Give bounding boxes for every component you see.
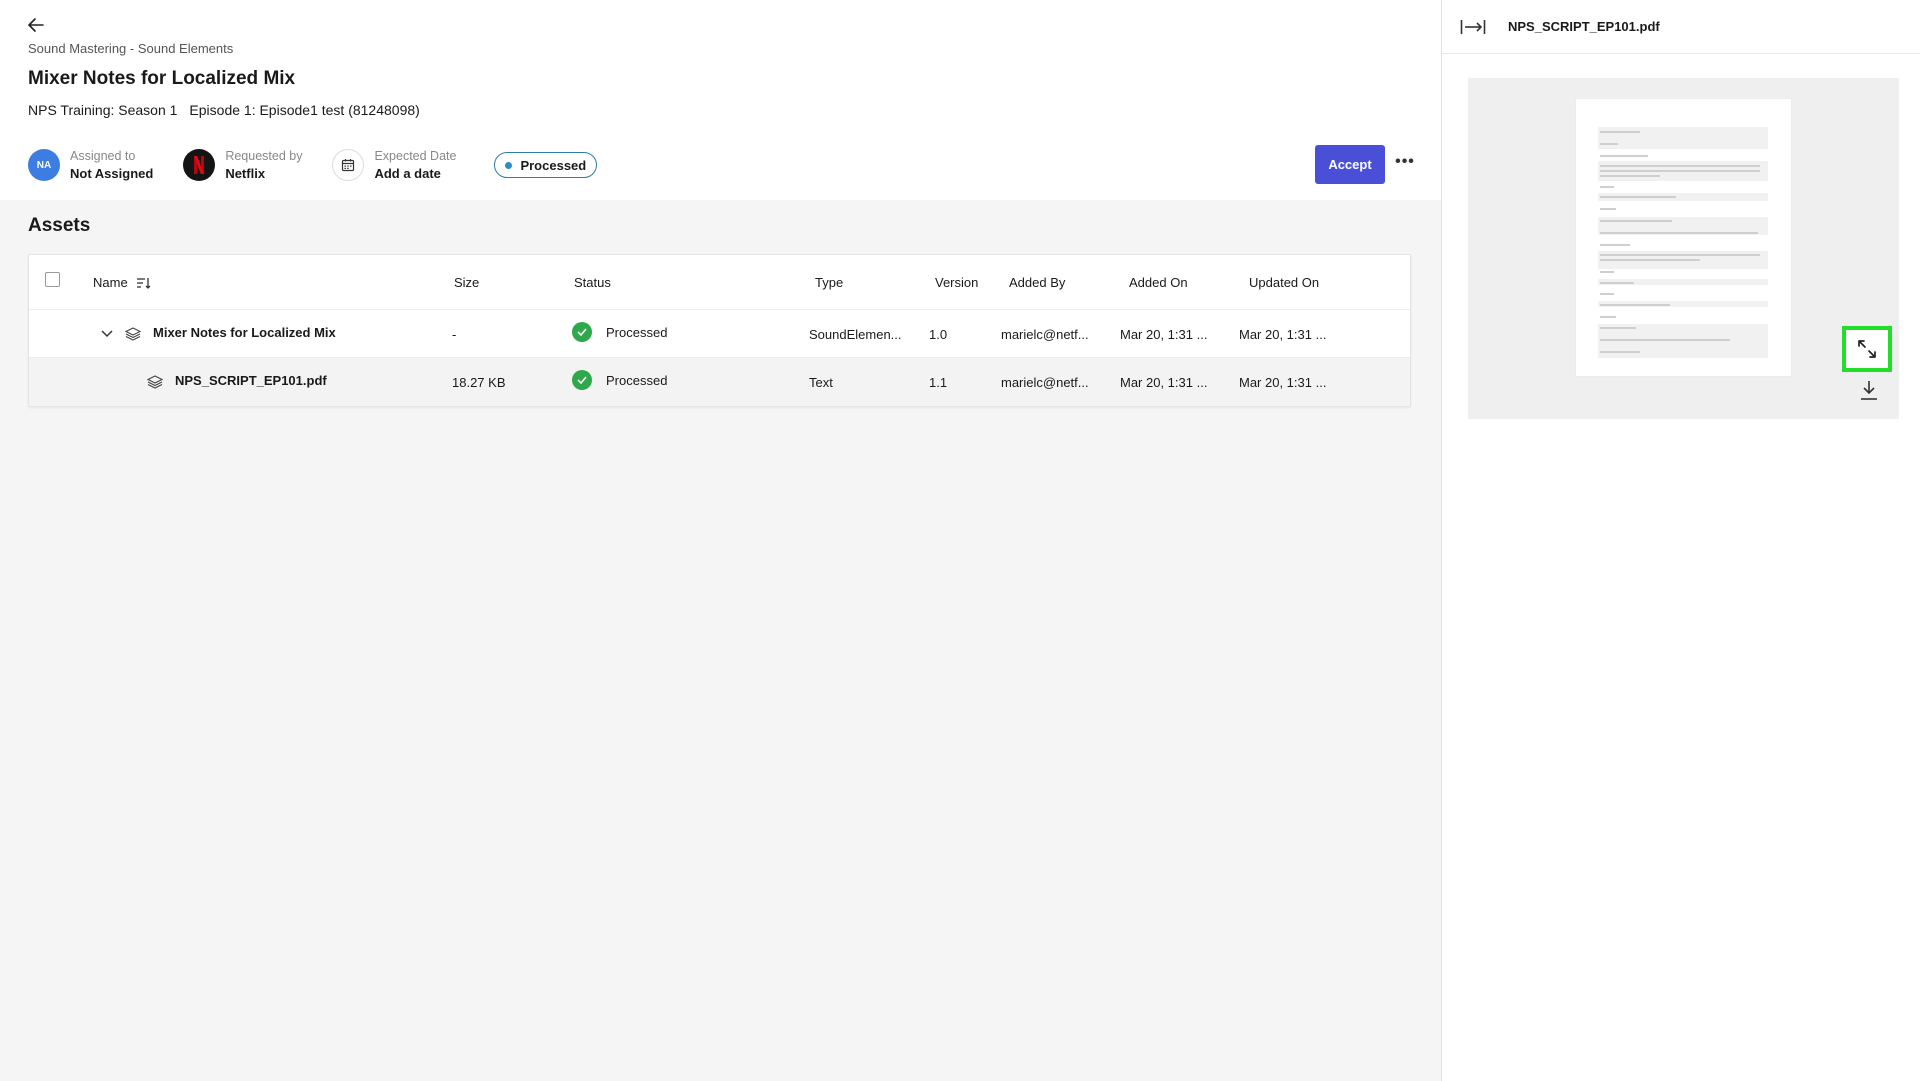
collapse-right-icon bbox=[1460, 19, 1486, 35]
file-preview-panel: NPS_SCRIPT_EP101.pdf bbox=[1441, 0, 1920, 1081]
column-name[interactable]: Name bbox=[93, 275, 152, 290]
column-name-label: Name bbox=[93, 275, 128, 290]
season-label: NPS Training: Season 1 bbox=[28, 102, 177, 118]
netflix-logo-icon bbox=[183, 149, 215, 181]
table-header: Name Size Status Type Version Added By A… bbox=[29, 255, 1410, 310]
document-preview[interactable] bbox=[1468, 78, 1899, 419]
row-added-on: Mar 20, 1:31 ... bbox=[1120, 358, 1207, 406]
row-type: SoundElemen... bbox=[809, 310, 902, 358]
column-size[interactable]: Size bbox=[454, 275, 479, 290]
collapse-panel-button[interactable] bbox=[1458, 14, 1488, 40]
sort-icon bbox=[136, 276, 152, 290]
download-icon bbox=[1859, 379, 1879, 401]
avatar: NA bbox=[28, 149, 60, 181]
expected-value: Add a date bbox=[374, 165, 456, 182]
row-updated-on: Mar 20, 1:31 ... bbox=[1239, 310, 1326, 358]
assets-table: Name Size Status Type Version Added By A… bbox=[28, 254, 1411, 407]
back-button[interactable] bbox=[22, 14, 50, 36]
episode-label: Episode 1: Episode1 test (81248098) bbox=[189, 102, 419, 118]
row-name[interactable]: Mixer Notes for Localized Mix bbox=[153, 308, 336, 356]
assets-title: Assets bbox=[28, 215, 90, 237]
assigned-value: Not Assigned bbox=[70, 165, 153, 182]
check-circle-icon bbox=[572, 322, 592, 342]
row-name[interactable]: NPS_SCRIPT_EP101.pdf bbox=[175, 356, 327, 404]
column-status[interactable]: Status bbox=[574, 275, 611, 290]
status-label: Processed bbox=[520, 158, 586, 173]
breadcrumb[interactable]: Sound Mastering - Sound Elements bbox=[28, 41, 233, 56]
panel-header: NPS_SCRIPT_EP101.pdf bbox=[1442, 0, 1920, 54]
row-status: Processed bbox=[572, 308, 667, 356]
row-added-by: marielc@netf... bbox=[1001, 358, 1089, 406]
row-added-on: Mar 20, 1:31 ... bbox=[1120, 310, 1207, 358]
main-content: Sound Mastering - Sound Elements Mixer N… bbox=[0, 0, 1441, 1081]
row-version: 1.0 bbox=[929, 310, 947, 358]
column-type[interactable]: Type bbox=[815, 275, 843, 290]
meta-row: NA Assigned to Not Assigned Requested bbox=[28, 146, 597, 184]
row-status: Processed bbox=[572, 356, 667, 404]
column-added-by[interactable]: Added By bbox=[1009, 275, 1065, 290]
page-header: Sound Mastering - Sound Elements Mixer N… bbox=[0, 0, 1441, 200]
status-badge: Processed bbox=[494, 152, 597, 178]
expand-toggle[interactable] bbox=[101, 310, 113, 358]
requested-label: Requested by bbox=[225, 148, 302, 165]
subtitle: NPS Training: Season 1 Episode 1: Episod… bbox=[28, 102, 420, 118]
table-row[interactable]: NPS_SCRIPT_EP101.pdf 18.27 KB Processed … bbox=[29, 358, 1410, 406]
download-button[interactable] bbox=[1857, 378, 1881, 402]
layers-icon bbox=[125, 310, 141, 358]
row-status-label: Processed bbox=[606, 325, 667, 340]
row-type: Text bbox=[809, 358, 833, 406]
assigned-label: Assigned to bbox=[70, 148, 153, 165]
select-all-checkbox[interactable] bbox=[45, 272, 60, 287]
accept-button[interactable]: Accept bbox=[1315, 145, 1385, 184]
row-updated-on: Mar 20, 1:31 ... bbox=[1239, 358, 1326, 406]
row-added-by: marielc@netf... bbox=[1001, 310, 1089, 358]
chevron-down-icon bbox=[101, 330, 113, 338]
row-size: - bbox=[452, 310, 456, 358]
more-dots-icon: ••• bbox=[1395, 153, 1415, 171]
page-title: Mixer Notes for Localized Mix bbox=[28, 68, 295, 90]
table-row[interactable]: Mixer Notes for Localized Mix - Processe… bbox=[29, 310, 1410, 358]
expected-label: Expected Date bbox=[374, 148, 456, 165]
row-version: 1.1 bbox=[929, 358, 947, 406]
layers-icon bbox=[147, 358, 163, 406]
expand-preview-button[interactable] bbox=[1842, 326, 1892, 372]
column-version[interactable]: Version bbox=[935, 275, 978, 290]
column-updated-on[interactable]: Updated On bbox=[1249, 275, 1319, 290]
check-circle-icon bbox=[572, 370, 592, 390]
panel-file-title: NPS_SCRIPT_EP101.pdf bbox=[1508, 19, 1660, 34]
expected-date[interactable]: Expected Date Add a date bbox=[332, 148, 456, 182]
assigned-to[interactable]: NA Assigned to Not Assigned bbox=[28, 148, 153, 182]
requested-value: Netflix bbox=[225, 165, 302, 182]
status-dot-icon bbox=[505, 162, 512, 169]
row-status-label: Processed bbox=[606, 373, 667, 388]
calendar-icon bbox=[332, 149, 364, 181]
more-options-button[interactable]: ••• bbox=[1393, 152, 1417, 172]
expand-icon bbox=[1857, 339, 1877, 359]
row-size: 18.27 KB bbox=[452, 358, 506, 406]
arrow-left-icon bbox=[28, 18, 44, 32]
pdf-page-thumbnail bbox=[1576, 99, 1791, 376]
column-added-on[interactable]: Added On bbox=[1129, 275, 1188, 290]
requested-by: Requested by Netflix bbox=[183, 148, 302, 182]
